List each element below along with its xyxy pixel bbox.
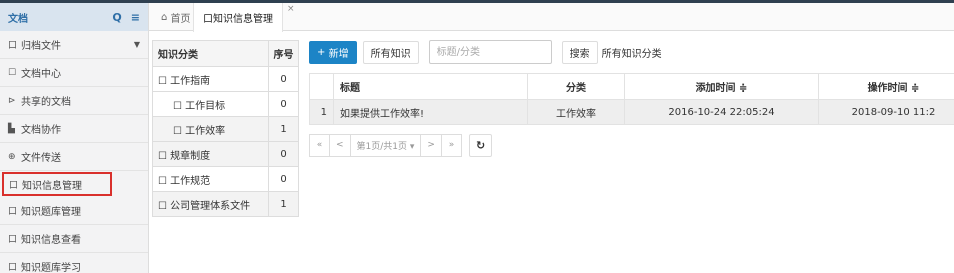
sidebar-title: 文档: [8, 13, 28, 25]
sidebar-item-knowledge-view[interactable]: 口 知识信息查看: [0, 225, 148, 253]
category-name: 规章制度: [170, 150, 211, 162]
search-input[interactable]: [428, 40, 552, 64]
knowledge-table: 标题 分类 添加时间 ≑ 操作时间 ≑ 1 如果提供工作效率! 工作效率 201…: [309, 73, 954, 125]
refresh-icon[interactable]: ↻: [468, 133, 493, 157]
toolbar: + 新增 所有知识 搜索 所有知识分类: [309, 40, 662, 64]
row-title[interactable]: 如果提供工作效率!: [333, 99, 528, 125]
category-name: 工作指南: [170, 75, 211, 87]
category-name: 公司管理体系文件: [170, 200, 251, 212]
bookmark-icon: 口: [8, 41, 18, 51]
first-page-button[interactable]: «: [309, 133, 330, 157]
column-header-added-time[interactable]: 添加时间 ≑: [624, 73, 819, 100]
folder-icon: ☐: [158, 200, 167, 212]
sidebar: 文档 Q ≡ 口 归档文件 ▼ ☐ 文档中心 ⊳ 共享的文档 ▙ 文档协作 ⊕ …: [0, 3, 149, 273]
tab-home[interactable]: ⌂ 首页: [161, 3, 191, 31]
folder-icon: ☐: [158, 150, 167, 162]
sidebar-item-file-transfer[interactable]: ⊕ 文件传送: [0, 143, 148, 171]
sidebar-item-label: 文档协作: [21, 125, 61, 136]
row-added-time: 2016-10-24 22:05:24: [624, 99, 819, 125]
bookmark-icon: 口: [8, 263, 18, 273]
sidebar-item-label: 归档文件: [21, 41, 61, 52]
row-category: 工作效率: [527, 99, 625, 125]
column-header-updated-time[interactable]: 操作时间 ≑: [818, 73, 954, 100]
column-header-category: 知识分类: [152, 40, 269, 67]
category-row[interactable]: ☐ 工作指南 0: [152, 66, 299, 92]
sidebar-item-label: 共享的文档: [21, 97, 71, 108]
folder-icon: ☐: [158, 75, 167, 87]
category-order: 0: [268, 66, 299, 92]
folder-icon: ☐: [158, 175, 167, 187]
add-button-label: 新增: [328, 48, 349, 60]
plus-icon: +: [317, 46, 326, 58]
folder-icon: ☐: [173, 100, 182, 112]
sidebar-item-label: 知识题库管理: [21, 207, 81, 218]
sidebar-item-archive[interactable]: 口 归档文件 ▼: [0, 31, 148, 59]
caret-down-icon: ▼: [133, 40, 140, 49]
category-order: 0: [268, 166, 299, 192]
next-page-button[interactable]: >: [420, 133, 442, 157]
column-header-order: 序号: [268, 40, 299, 67]
category-order: 1: [268, 116, 299, 142]
sidebar-item-label: 文档中心: [21, 69, 61, 80]
row-updated-time: 2018-09-10 11:2: [818, 99, 954, 125]
close-icon[interactable]: ×: [287, 4, 295, 14]
category-name: 工作目标: [185, 100, 226, 112]
category-table: 知识分类 序号 ☐ 工作指南 0 ☐ 工作目标 0 ☐ 工作效率 1 ☐ 规章制…: [152, 40, 299, 217]
column-header-category[interactable]: 分类: [527, 73, 625, 100]
page-select[interactable]: 第1页/共1页 ▾: [349, 133, 422, 157]
bookmark-icon: 口: [9, 180, 19, 191]
sidebar-item-label: 知识题库学习: [21, 263, 81, 273]
tab-bar: ⌂ 首页 口知识信息管理 ×: [149, 3, 954, 32]
folder-open-icon: ⊳: [8, 95, 16, 106]
tab-label: 知识信息管理: [213, 14, 273, 25]
bookmark-icon: 口: [203, 14, 213, 25]
category-row[interactable]: ☐ 工作效率 1: [152, 116, 299, 142]
sidebar-item-shared-docs[interactable]: ⊳ 共享的文档: [0, 87, 148, 115]
sidebar-item-label: 知识信息管理: [22, 180, 82, 192]
bookmark-icon: 口: [8, 207, 18, 217]
category-name: 工作规范: [170, 175, 211, 187]
all-knowledge-button[interactable]: 所有知识: [362, 40, 419, 64]
category-order: 0: [268, 91, 299, 117]
category-order: 1: [268, 191, 299, 217]
category-name: 工作效率: [185, 125, 226, 137]
category-row[interactable]: ☐ 工作规范 0: [152, 166, 299, 192]
search-icon[interactable]: Q: [112, 11, 121, 24]
folder-icon: ☐: [173, 125, 182, 137]
category-row[interactable]: ☐ 规章制度 0: [152, 141, 299, 167]
sidebar-item-question-bank-manage[interactable]: 口 知识题库管理: [0, 197, 148, 225]
bookmark-icon: 口: [8, 235, 18, 245]
column-header-title[interactable]: 标题: [333, 73, 528, 100]
tab-label: 首页: [170, 13, 191, 25]
category-row[interactable]: ☐ 工作目标 0: [152, 91, 299, 117]
category-order: 0: [268, 141, 299, 167]
tab-knowledge-manage[interactable]: 口知识信息管理: [193, 3, 283, 32]
table-row[interactable]: 1 如果提供工作效率! 工作效率 2016-10-24 22:05:24 201…: [309, 99, 954, 125]
file-icon: ▙: [8, 123, 15, 134]
row-index: 1: [309, 99, 334, 125]
category-row[interactable]: ☐ 公司管理体系文件 1: [152, 191, 299, 217]
menu-icon[interactable]: ≡: [131, 11, 140, 24]
add-button[interactable]: + 新增: [309, 40, 357, 64]
sidebar-item-label: 知识信息查看: [21, 235, 81, 246]
pagination: « < 第1页/共1页 ▾ > » ↻: [309, 133, 493, 157]
sidebar-item-doc-center[interactable]: ☐ 文档中心: [0, 59, 148, 87]
search-button[interactable]: 搜索: [561, 40, 598, 64]
sidebar-item-doc-collab[interactable]: ▙ 文档协作: [0, 115, 148, 143]
category-filter-label: 所有知识分类: [601, 48, 662, 60]
share-icon: ⊕: [8, 151, 16, 162]
sidebar-item-label: 文件传送: [21, 153, 61, 164]
folder-icon: ☐: [8, 67, 17, 78]
prev-page-button[interactable]: <: [329, 133, 351, 157]
column-header-index: [309, 73, 334, 100]
home-icon: ⌂: [161, 11, 168, 23]
sidebar-header: 文档 Q ≡: [0, 3, 148, 31]
sidebar-item-knowledge-manage[interactable]: 口 知识信息管理: [2, 172, 112, 196]
last-page-button[interactable]: »: [440, 133, 462, 157]
sidebar-item-question-bank-study[interactable]: 口 知识题库学习: [0, 253, 148, 273]
